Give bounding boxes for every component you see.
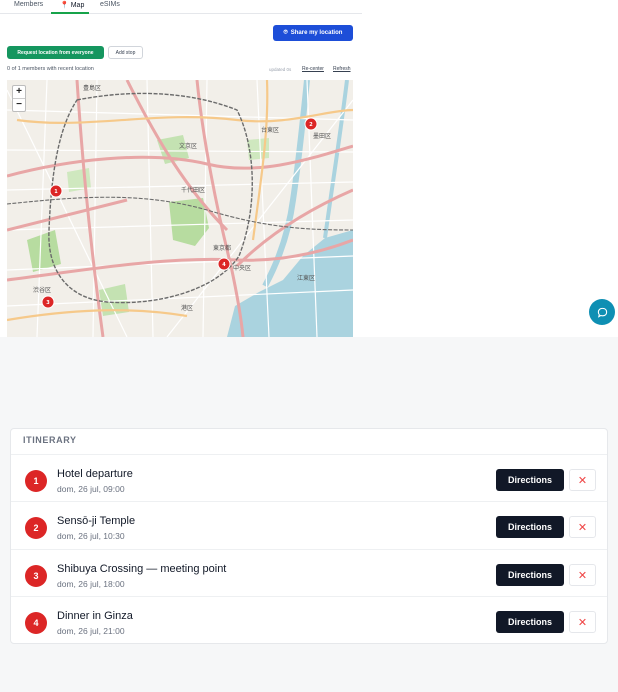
place-label: 港区: [181, 304, 193, 312]
place-label: 文京区: [179, 142, 197, 150]
members-status-text: 0 of 1 members with recent location: [7, 66, 94, 72]
stop-title: Sensō-ji Temple: [57, 515, 136, 527]
map-panel: Members 📍 Map eSIMs ⌾ Share my location R…: [0, 0, 618, 337]
place-label: 東京都: [213, 244, 231, 252]
tab-map[interactable]: 📍 Map: [60, 1, 84, 9]
map-tiles: 豊島区 文京区 台東区 墨田区 千代田区 東京都 中央区 渋谷区 港区 江東区 …: [7, 80, 353, 337]
map-view[interactable]: 豊島区 文京区 台東区 墨田区 千代田区 東京都 中央区 渋谷区 港区 江東区 …: [7, 80, 353, 337]
recenter-link[interactable]: Re-center: [302, 66, 324, 72]
tab-bar: Members 📍 Map eSIMs: [0, 0, 362, 14]
map-marker-2[interactable]: 2: [304, 117, 318, 131]
place-label: 渋谷区: [33, 286, 51, 294]
stop-title: Shibuya Crossing — meeting point: [57, 563, 227, 575]
delete-stop-button[interactable]: ✕: [569, 564, 596, 586]
place-label: 台東区: [261, 126, 279, 134]
stop-date: dom, 26 jul, 09:00: [57, 484, 125, 494]
share-location-button[interactable]: ⌾ Share my location: [273, 25, 353, 41]
delete-stop-button[interactable]: ✕: [569, 516, 596, 538]
svg-text:3: 3: [46, 300, 50, 306]
chat-button[interactable]: [589, 299, 615, 325]
stop-date: dom, 26 jul, 18:00: [57, 579, 125, 589]
location-pin-icon: ⌾: [283, 29, 288, 36]
itinerary-panel: ITINERARY 1 Hotel departure dom, 26 jul,…: [10, 428, 608, 644]
zoom-in-button[interactable]: +: [13, 86, 25, 99]
tab-map-label: Map: [70, 2, 85, 9]
active-tab-indicator: [51, 12, 89, 14]
tab-members[interactable]: Members: [14, 1, 43, 8]
place-label: 千代田区: [181, 186, 205, 194]
share-location-label: Share my location: [290, 30, 343, 36]
map-marker-3[interactable]: 3: [41, 295, 55, 309]
delete-stop-button[interactable]: ✕: [569, 611, 596, 633]
directions-button[interactable]: Directions: [496, 469, 564, 491]
add-stop-button[interactable]: Add stop: [108, 46, 143, 59]
itinerary-row: 2 Sensō-ji Temple dom, 26 jul, 10:30 Dir…: [11, 501, 607, 549]
stop-number-badge: 1: [25, 470, 47, 492]
zoom-control: + −: [12, 85, 26, 112]
delete-stop-button[interactable]: ✕: [569, 469, 596, 491]
close-icon: ✕: [577, 521, 588, 534]
stop-date: dom, 26 jul, 21:00: [57, 626, 125, 636]
close-icon: ✕: [577, 474, 588, 487]
tab-esims[interactable]: eSIMs: [100, 1, 120, 8]
request-location-button[interactable]: Request location from everyone: [7, 46, 104, 59]
place-label: 豊島区: [83, 84, 101, 92]
refresh-link[interactable]: Refresh: [333, 66, 351, 72]
place-label: 中央区: [233, 264, 251, 272]
close-icon: ✕: [577, 616, 588, 629]
svg-text:2: 2: [309, 122, 313, 128]
place-label: 墨田区: [313, 133, 331, 140]
itinerary-heading: ITINERARY: [23, 435, 77, 445]
stop-number-badge: 4: [25, 612, 47, 634]
stop-date: dom, 26 jul, 10:30: [57, 531, 125, 541]
zoom-out-button[interactable]: −: [13, 99, 25, 112]
stop-number-badge: 3: [25, 565, 47, 587]
map-marker-1[interactable]: 1: [49, 184, 63, 198]
place-label: 江東区: [297, 274, 315, 282]
stop-number-badge: 2: [25, 517, 47, 539]
directions-button[interactable]: Directions: [496, 611, 564, 633]
close-icon: ✕: [577, 569, 588, 582]
itinerary-row: 3 Shibuya Crossing — meeting point dom, …: [11, 549, 607, 597]
map-pin-icon: 📍: [60, 2, 69, 9]
directions-button[interactable]: Directions: [496, 564, 564, 586]
itinerary-row: 4 Dinner in Ginza dom, 26 jul, 21:00 Dir…: [11, 596, 607, 643]
itinerary-row: 1 Hotel departure dom, 26 jul, 09:00 Dir…: [11, 454, 607, 502]
svg-text:1: 1: [54, 189, 58, 195]
svg-text:4: 4: [222, 262, 226, 268]
chat-bubble-icon: [597, 307, 607, 318]
stop-title: Dinner in Ginza: [57, 610, 133, 622]
directions-button[interactable]: Directions: [496, 516, 564, 538]
stop-title: Hotel departure: [57, 468, 133, 480]
updated-timestamp: updated 0s: [269, 67, 292, 72]
map-marker-4[interactable]: 4: [217, 257, 231, 271]
